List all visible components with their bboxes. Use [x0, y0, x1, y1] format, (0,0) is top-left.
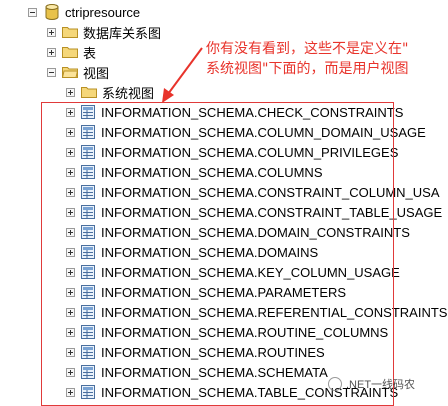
tree-node-view[interactable]: INFORMATION_SCHEMA.KEY_COLUMN_USAGE	[66, 262, 400, 282]
view-icon	[81, 265, 95, 279]
expand-toggle[interactable]	[66, 207, 75, 217]
expand-toggle[interactable]	[66, 347, 75, 357]
expand-toggle[interactable]	[66, 307, 75, 317]
view-label: INFORMATION_SCHEMA.ROUTINE_COLUMNS	[101, 324, 389, 340]
tree-node-label: 表	[83, 45, 97, 61]
expand-toggle[interactable]	[66, 387, 75, 397]
view-label: INFORMATION_SCHEMA.COLUMN_DOMAIN_USAGE	[101, 124, 426, 140]
tree-node-database[interactable]: ctripresource	[28, 2, 140, 22]
tree-node-view[interactable]: INFORMATION_SCHEMA.REFERENTIAL_CONSTRAIN…	[66, 302, 447, 322]
expand-toggle[interactable]	[66, 87, 75, 97]
expand-toggle[interactable]	[66, 367, 75, 377]
tree-node-view[interactable]: INFORMATION_SCHEMA.DOMAINS	[66, 242, 318, 262]
tree-node-system-views[interactable]: 系统视图	[66, 82, 154, 102]
wechat-icon	[328, 377, 342, 391]
folder-icon	[62, 26, 78, 38]
annotation-line-1: 你有没有看到，这些不是定义在"	[206, 41, 409, 57]
view-icon	[81, 105, 95, 119]
view-icon	[81, 145, 95, 159]
tree-node-view[interactable]: INFORMATION_SCHEMA.COLUMN_DOMAIN_USAGE	[66, 122, 426, 142]
database-icon	[45, 4, 59, 20]
view-icon	[81, 365, 95, 379]
view-label: INFORMATION_SCHEMA.REFERENTIAL_CONSTRAIN…	[101, 304, 448, 320]
expand-toggle[interactable]	[66, 167, 75, 177]
tree-node-view[interactable]: INFORMATION_SCHEMA.SCHEMATA	[66, 362, 328, 382]
view-label: INFORMATION_SCHEMA.DOMAIN_CONSTRAINTS	[101, 224, 410, 240]
view-icon	[81, 305, 95, 319]
view-icon	[81, 205, 95, 219]
expand-toggle[interactable]	[66, 267, 75, 277]
view-label: INFORMATION_SCHEMA.DOMAINS	[101, 244, 319, 260]
view-icon	[81, 325, 95, 339]
view-label: INFORMATION_SCHEMA.COLUMNS	[101, 164, 323, 180]
tree-node-label: 视图	[83, 65, 110, 81]
annotation-arrow	[162, 47, 203, 103]
view-icon	[81, 345, 95, 359]
expand-toggle[interactable]	[66, 227, 75, 237]
annotation-line-2: 系统视图"下面的，而是用户视图	[206, 61, 409, 77]
view-label: INFORMATION_SCHEMA.COLUMN_PRIVILEGES	[101, 144, 399, 160]
view-label: INFORMATION_SCHEMA.CHECK_CONSTRAINTS	[101, 104, 404, 120]
tree-node-view[interactable]: INFORMATION_SCHEMA.CONSTRAINT_TABLE_USAG…	[66, 202, 442, 222]
collapse-toggle[interactable]	[28, 7, 37, 17]
expand-toggle[interactable]	[47, 47, 56, 57]
watermark: .NET一线码农	[328, 376, 415, 392]
view-icon	[81, 245, 95, 259]
annotation-text: 你有没有看到，这些不是定义在" 系统视图"下面的，而是用户视图	[206, 39, 408, 79]
expand-toggle[interactable]	[66, 327, 75, 337]
tree-node-tables[interactable]: 表	[47, 42, 96, 62]
view-label: INFORMATION_SCHEMA.CONSTRAINT_TABLE_USAG…	[101, 204, 443, 220]
tree-node-label: 数据库关系图	[83, 25, 162, 41]
folder-icon	[62, 46, 78, 58]
tree-node-view[interactable]: INFORMATION_SCHEMA.COLUMNS	[66, 162, 323, 182]
expand-toggle[interactable]	[66, 287, 75, 297]
expand-toggle[interactable]	[66, 127, 75, 137]
expand-toggle[interactable]	[66, 187, 75, 197]
view-icon	[81, 385, 95, 399]
tree-node-view[interactable]: INFORMATION_SCHEMA.ROUTINE_COLUMNS	[66, 322, 388, 342]
view-label: INFORMATION_SCHEMA.SCHEMATA	[101, 364, 328, 380]
tree-node-view[interactable]: INFORMATION_SCHEMA.PARAMETERS	[66, 282, 346, 302]
tree-node-view[interactable]: INFORMATION_SCHEMA.CONSTRAINT_COLUMN_USA	[66, 182, 440, 202]
collapse-toggle[interactable]	[47, 67, 56, 77]
view-label: INFORMATION_SCHEMA.KEY_COLUMN_USAGE	[101, 264, 400, 280]
expand-toggle[interactable]	[47, 27, 56, 37]
folder-icon	[81, 86, 97, 98]
view-label: INFORMATION_SCHEMA.ROUTINES	[101, 344, 325, 360]
expand-toggle[interactable]	[66, 247, 75, 257]
folder-open-icon	[62, 66, 78, 78]
tree-node-label: 系统视图	[102, 85, 155, 101]
view-label: INFORMATION_SCHEMA.PARAMETERS	[101, 284, 347, 300]
tree-node-views[interactable]: 视图	[47, 62, 109, 82]
view-icon	[81, 185, 95, 199]
expand-toggle[interactable]	[66, 107, 75, 117]
tree-node-view[interactable]: INFORMATION_SCHEMA.CHECK_CONSTRAINTS	[66, 102, 403, 122]
watermark-text: .NET一线码农	[346, 379, 416, 391]
tree-node-view[interactable]: INFORMATION_SCHEMA.COLUMN_PRIVILEGES	[66, 142, 398, 162]
view-icon	[81, 125, 95, 139]
expand-toggle[interactable]	[66, 147, 75, 157]
view-label: INFORMATION_SCHEMA.CONSTRAINT_COLUMN_USA	[101, 184, 440, 200]
database-label: ctripresource	[65, 4, 141, 20]
tree-node-view[interactable]: INFORMATION_SCHEMA.DOMAIN_CONSTRAINTS	[66, 222, 410, 242]
tree-node-view[interactable]: INFORMATION_SCHEMA.ROUTINES	[66, 342, 325, 362]
view-icon	[81, 165, 95, 179]
view-icon	[81, 225, 95, 239]
view-icon	[81, 285, 95, 299]
tree-node-diagrams[interactable]: 数据库关系图	[47, 22, 161, 42]
